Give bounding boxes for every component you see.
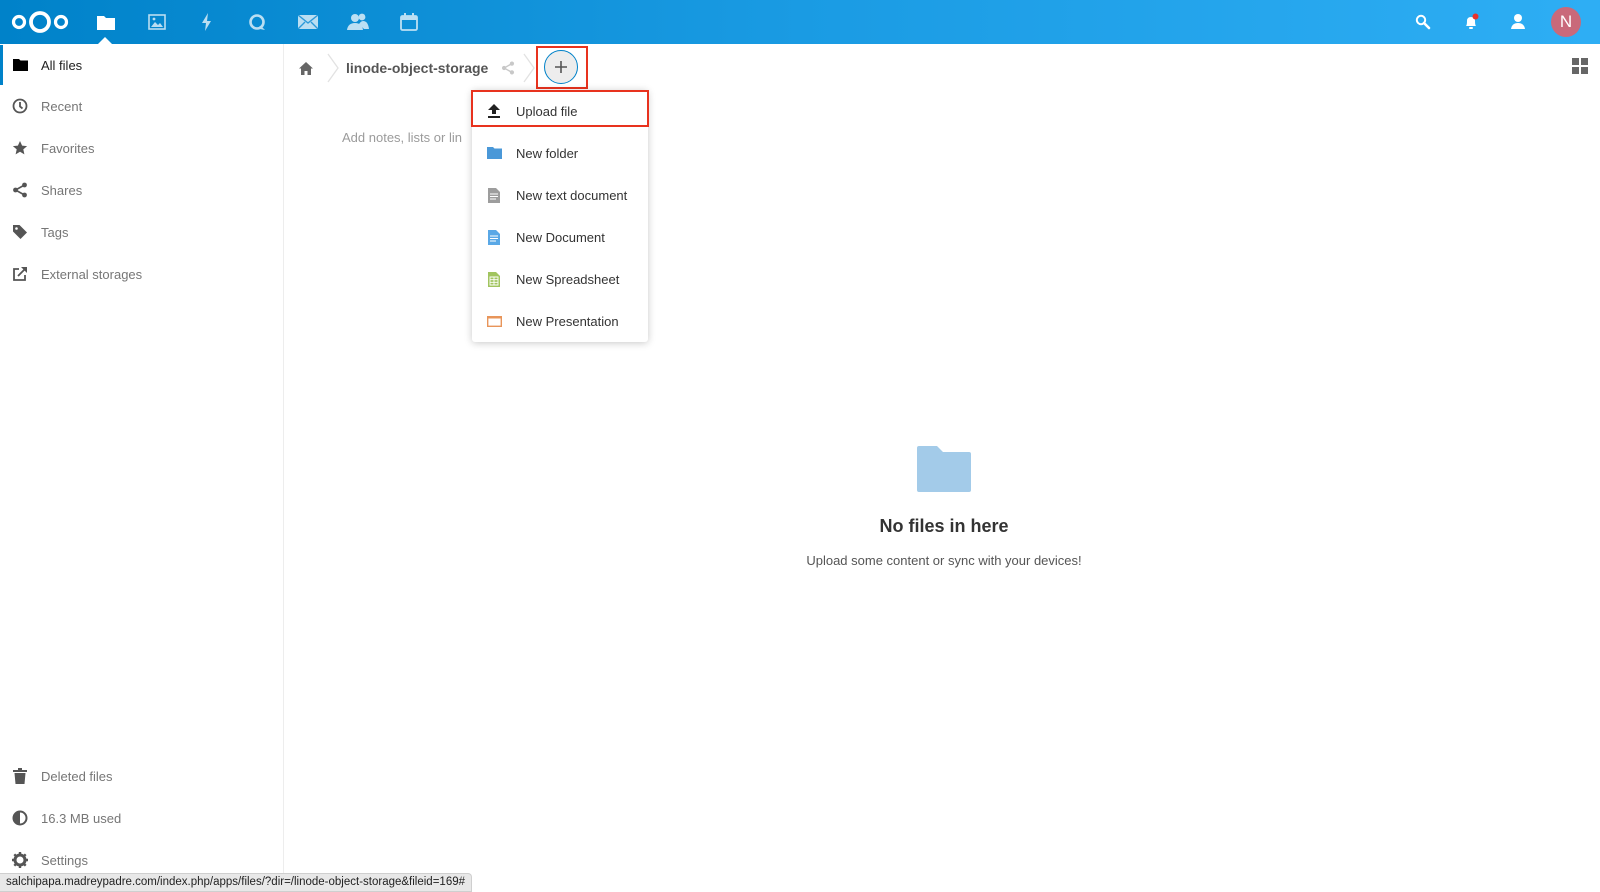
app-talk-icon[interactable] (245, 10, 269, 34)
breadcrumb: linode-object-storage (292, 48, 542, 88)
home-icon[interactable] (292, 54, 320, 82)
external-link-icon (12, 266, 28, 282)
empty-folder-icon (917, 446, 971, 492)
menu-item-label: New Spreadsheet (516, 271, 620, 287)
menu-item-label: New text document (516, 187, 628, 203)
folder-icon (486, 145, 502, 161)
folder-icon (12, 57, 28, 73)
browser-status-url: salchipapa.madreypadre.com/index.php/app… (0, 873, 473, 892)
plus-icon (555, 61, 567, 73)
share-icon (12, 182, 28, 198)
bell-icon[interactable] (1459, 10, 1483, 34)
app-mail-icon[interactable] (296, 10, 320, 34)
breadcrumb-separator (327, 53, 339, 83)
user-avatar[interactable]: N (1551, 7, 1581, 37)
empty-content: No files in here Upload some content or … (784, 446, 1104, 568)
quota-text: 16.3 MB used (41, 810, 122, 826)
contacts-menu-icon[interactable] (1506, 10, 1530, 34)
upload-icon (486, 103, 502, 119)
document-icon (486, 229, 502, 245)
presentation-icon (486, 313, 502, 329)
menu-item-new-text-document[interactable]: New text document (472, 174, 648, 216)
menu-item-label: New Document (516, 229, 605, 245)
tag-icon (12, 224, 28, 240)
sidebar-item-recent[interactable]: Recent (0, 86, 284, 126)
empty-title: No files in here (879, 516, 1009, 536)
grid-view-toggle-icon[interactable] (1572, 58, 1588, 74)
trash-icon (12, 768, 28, 784)
sidebar-item-label: Settings (41, 852, 88, 868)
quota-pie-icon (12, 810, 28, 826)
new-file-menu: Upload file New folder New text document… (472, 90, 648, 342)
share-icon[interactable] (500, 60, 516, 76)
menu-item-label: Upload file (516, 103, 578, 119)
menu-item-label: New Presentation (516, 313, 619, 329)
empty-subtitle: Upload some content or sync with your de… (806, 553, 1082, 568)
sidebar-item-label: Recent (41, 98, 83, 114)
clock-icon (12, 98, 28, 114)
rich-workspace-hint[interactable]: Add notes, lists or lin (342, 130, 462, 145)
new-file-button[interactable] (544, 50, 578, 84)
menu-item-new-spreadsheet[interactable]: New Spreadsheet (472, 258, 648, 300)
sidebar-item-label: All files (41, 57, 83, 73)
sidebar-item-label: External storages (41, 266, 143, 282)
app-contacts-icon[interactable] (346, 10, 370, 34)
text-document-icon (486, 187, 502, 203)
sidebar-item-label: Deleted files (41, 768, 113, 784)
active-app-indicator (98, 37, 112, 44)
breadcrumb-separator (523, 53, 536, 83)
app-files-folder-icon[interactable] (94, 10, 118, 34)
sidebar-item-label: Tags (41, 224, 69, 240)
menu-item-new-document[interactable]: New Document (472, 216, 648, 258)
menu-item-new-presentation[interactable]: New Presentation (472, 300, 648, 342)
breadcrumb-current-folder[interactable]: linode-object-storage (346, 60, 488, 76)
avatar-initial: N (1559, 12, 1573, 31)
menu-item-label: New folder (516, 145, 579, 161)
app-activity-lightning-icon[interactable] (195, 10, 219, 34)
sidebar-item-favorites[interactable]: Favorites (0, 128, 284, 168)
menu-item-new-folder[interactable]: New folder (472, 132, 648, 174)
nextcloud-logo[interactable] (10, 9, 70, 35)
search-icon[interactable] (1411, 10, 1435, 34)
sidebar-item-shares[interactable]: Shares (0, 170, 284, 210)
sidebar-item-quota: 16.3 MB used (0, 798, 284, 838)
gear-icon (12, 852, 28, 868)
sidebar-item-label: Favorites (41, 140, 95, 156)
sidebar-item-tags[interactable]: Tags (0, 212, 284, 252)
star-icon (12, 140, 28, 156)
app-photos-image-icon[interactable] (145, 10, 169, 34)
top-header: N (0, 0, 1600, 44)
sidebar-item-label: Shares (41, 182, 83, 198)
spreadsheet-icon (486, 271, 502, 287)
sidebar-item-all-files[interactable]: All files (0, 45, 284, 85)
menu-item-upload-file[interactable]: Upload file (472, 90, 648, 132)
sidebar-item-external-storages[interactable]: External storages (0, 254, 284, 294)
app-navigation-sidebar: All files Recent Favorites Shares Tags E… (0, 44, 284, 892)
sidebar-item-deleted-files[interactable]: Deleted files (0, 756, 284, 796)
app-calendar-icon[interactable] (397, 10, 421, 34)
